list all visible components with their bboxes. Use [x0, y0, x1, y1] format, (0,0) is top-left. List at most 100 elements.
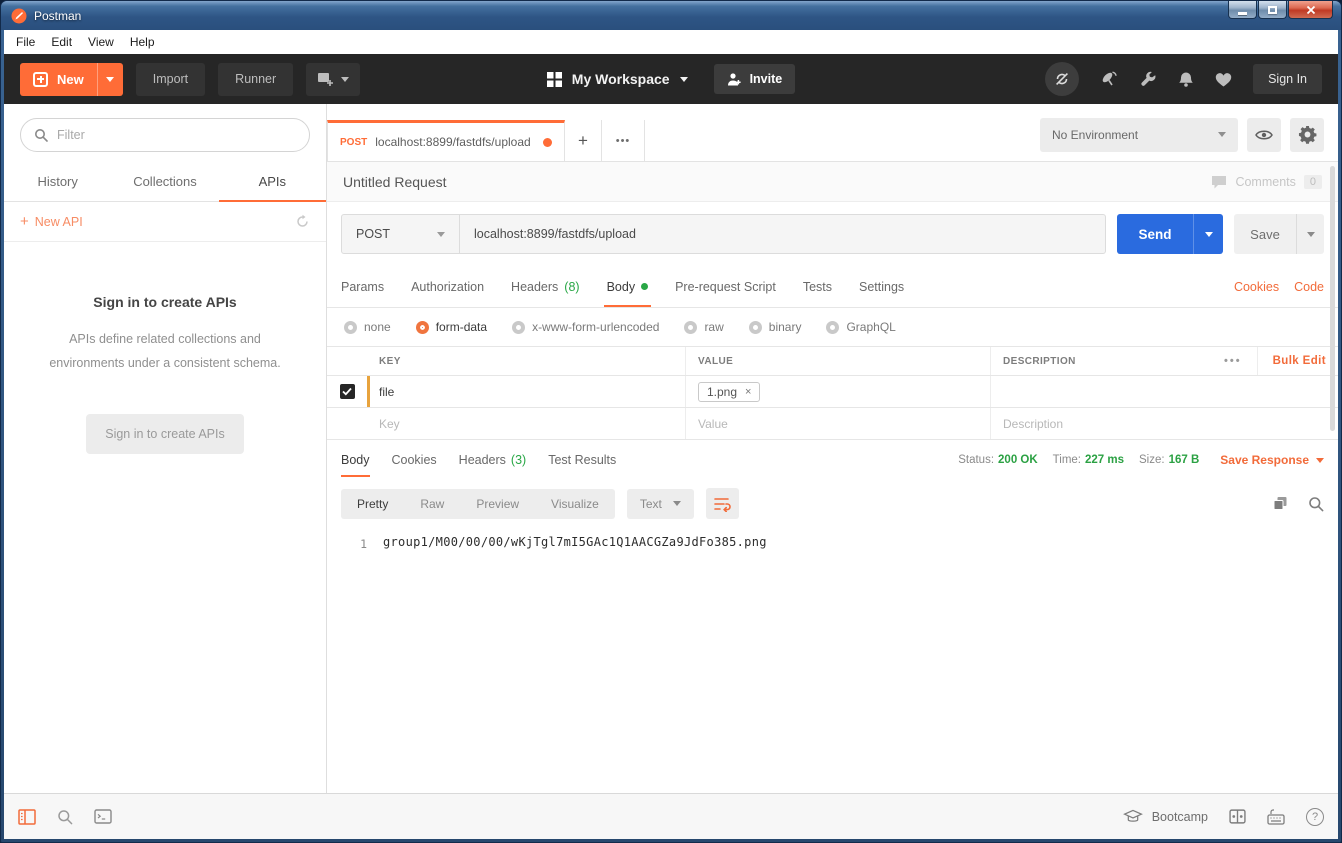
- new-window-button[interactable]: [306, 63, 360, 96]
- value-input[interactable]: [698, 417, 978, 431]
- row-checkbox-checked[interactable]: [340, 384, 355, 399]
- new-api-row: + New API: [4, 202, 326, 242]
- tab-pre-request-script[interactable]: Pre-request Script: [675, 266, 776, 307]
- runner-button[interactable]: Runner: [218, 63, 293, 96]
- settings-button[interactable]: [1290, 118, 1324, 152]
- method-selector[interactable]: POST: [342, 215, 460, 253]
- sidebar-tab-collections[interactable]: Collections: [111, 162, 218, 201]
- keyboard-shortcuts-icon[interactable]: [1267, 809, 1285, 825]
- request-section-tabs: Params Authorization Headers (8) Body Pr…: [327, 266, 1338, 308]
- body-type-form-data[interactable]: form-data: [416, 320, 487, 334]
- description-input[interactable]: [1003, 417, 1326, 431]
- workspace-selector[interactable]: My Workspace: [547, 71, 688, 87]
- search-response-icon[interactable]: [1308, 496, 1324, 512]
- bootcamp-button[interactable]: Bootcamp: [1123, 809, 1208, 824]
- tab-tests[interactable]: Tests: [803, 266, 832, 307]
- code-link[interactable]: Code: [1294, 280, 1324, 294]
- maximize-button[interactable]: [1258, 1, 1287, 19]
- import-button[interactable]: Import: [136, 63, 205, 96]
- help-icon[interactable]: ?: [1306, 808, 1324, 826]
- bulk-edit-link[interactable]: Bulk Edit: [1257, 347, 1326, 375]
- new-dropdown-caret[interactable]: [97, 63, 123, 96]
- key-cell[interactable]: file: [379, 385, 394, 399]
- request-tab[interactable]: POST localhost:8899/fastdfs/upload: [327, 120, 565, 161]
- bell-icon[interactable]: [1178, 71, 1194, 88]
- save-dropdown-caret[interactable]: [1296, 214, 1324, 254]
- heart-icon[interactable]: [1215, 72, 1232, 87]
- graduation-cap-icon: [1123, 809, 1143, 824]
- comments-button[interactable]: Comments 0: [1211, 175, 1322, 189]
- new-api-button[interactable]: + New API: [20, 214, 83, 229]
- environment-selector[interactable]: No Environment: [1040, 118, 1238, 152]
- tab-headers[interactable]: Headers (8): [511, 266, 580, 307]
- comment-bubble-icon: [1211, 175, 1227, 189]
- refresh-icon[interactable]: [295, 214, 310, 229]
- radio-icon: [684, 321, 697, 334]
- status-label: Status:: [958, 454, 994, 466]
- environment-preview-button[interactable]: [1247, 118, 1281, 152]
- format-selector[interactable]: Text: [627, 489, 694, 519]
- tab-authorization[interactable]: Authorization: [411, 266, 484, 307]
- satellite-icon[interactable]: [1100, 70, 1119, 88]
- view-preview[interactable]: Preview: [460, 489, 535, 519]
- close-button[interactable]: [1288, 1, 1333, 19]
- body-type-binary[interactable]: binary: [749, 320, 802, 334]
- body-type-graphql[interactable]: GraphQL: [826, 320, 895, 334]
- sign-in-button[interactable]: Sign In: [1253, 64, 1322, 94]
- tab-params[interactable]: Params: [341, 266, 384, 307]
- more-options-icon[interactable]: •••: [1224, 355, 1242, 367]
- sync-off-button[interactable]: [1045, 62, 1079, 96]
- scrollbar-thumb[interactable]: [1330, 166, 1335, 431]
- comments-label: Comments: [1235, 175, 1295, 189]
- save-button[interactable]: Save: [1234, 214, 1296, 254]
- response-text: group1/M00/00/00/wKjTgl7mI5GAc1Q1AACGZa9…: [383, 535, 767, 793]
- tab-options-button[interactable]: •••: [602, 120, 645, 161]
- empty-state-description: APIs define related collections and envi…: [30, 328, 300, 376]
- menu-view[interactable]: View: [80, 32, 122, 52]
- filter-input[interactable]: [57, 128, 296, 142]
- response-tab-body[interactable]: Body: [341, 442, 370, 478]
- add-tab-button[interactable]: +: [565, 120, 602, 161]
- environment-value: No Environment: [1052, 128, 1138, 142]
- body-type-raw[interactable]: raw: [684, 320, 723, 334]
- invite-button[interactable]: Invite: [714, 64, 796, 94]
- url-input[interactable]: [474, 227, 1091, 241]
- tab-body[interactable]: Body: [607, 266, 649, 307]
- menu-edit[interactable]: Edit: [43, 32, 80, 52]
- sidebar-tab-apis[interactable]: APIs: [219, 162, 326, 201]
- wrench-icon[interactable]: [1140, 71, 1157, 88]
- sign-in-create-apis-button[interactable]: Sign in to create APIs: [86, 414, 244, 454]
- file-chip[interactable]: 1.png ×: [698, 382, 760, 402]
- view-pretty[interactable]: Pretty: [341, 489, 404, 519]
- request-title[interactable]: Untitled Request: [343, 174, 447, 190]
- menu-help[interactable]: Help: [122, 32, 163, 52]
- send-button[interactable]: Send: [1117, 214, 1193, 254]
- body-type-x-www-form-urlencoded[interactable]: x-www-form-urlencoded: [512, 320, 659, 334]
- two-pane-view-icon[interactable]: [1229, 809, 1246, 824]
- response-tab-headers[interactable]: Headers (3): [459, 442, 527, 478]
- minimize-button[interactable]: [1228, 1, 1257, 19]
- view-raw[interactable]: Raw: [404, 489, 460, 519]
- new-button[interactable]: New: [20, 63, 123, 96]
- tab-settings[interactable]: Settings: [859, 266, 904, 307]
- find-icon[interactable]: [57, 809, 73, 825]
- new-window-icon: [317, 72, 334, 87]
- wrap-lines-button[interactable]: [706, 488, 739, 519]
- view-visualize[interactable]: Visualize: [535, 489, 615, 519]
- response-tab-test-results[interactable]: Test Results: [548, 442, 616, 478]
- console-icon[interactable]: [94, 809, 112, 824]
- toggle-sidebar-icon[interactable]: [18, 809, 36, 825]
- key-input[interactable]: [379, 417, 673, 431]
- response-tab-cookies[interactable]: Cookies: [392, 442, 437, 478]
- copy-icon[interactable]: [1273, 496, 1288, 511]
- sidebar-tab-history[interactable]: History: [4, 162, 111, 201]
- menu-file[interactable]: File: [8, 32, 43, 52]
- remove-file-icon[interactable]: ×: [745, 386, 751, 398]
- chevron-down-icon: [1316, 458, 1324, 463]
- sync-disabled-icon: [1053, 70, 1071, 88]
- cookies-link[interactable]: Cookies: [1234, 280, 1279, 294]
- send-dropdown-caret[interactable]: [1193, 214, 1223, 254]
- workspace-grid-icon: [547, 72, 562, 87]
- body-type-none[interactable]: none: [344, 320, 391, 334]
- save-response-button[interactable]: Save Response: [1220, 453, 1324, 467]
